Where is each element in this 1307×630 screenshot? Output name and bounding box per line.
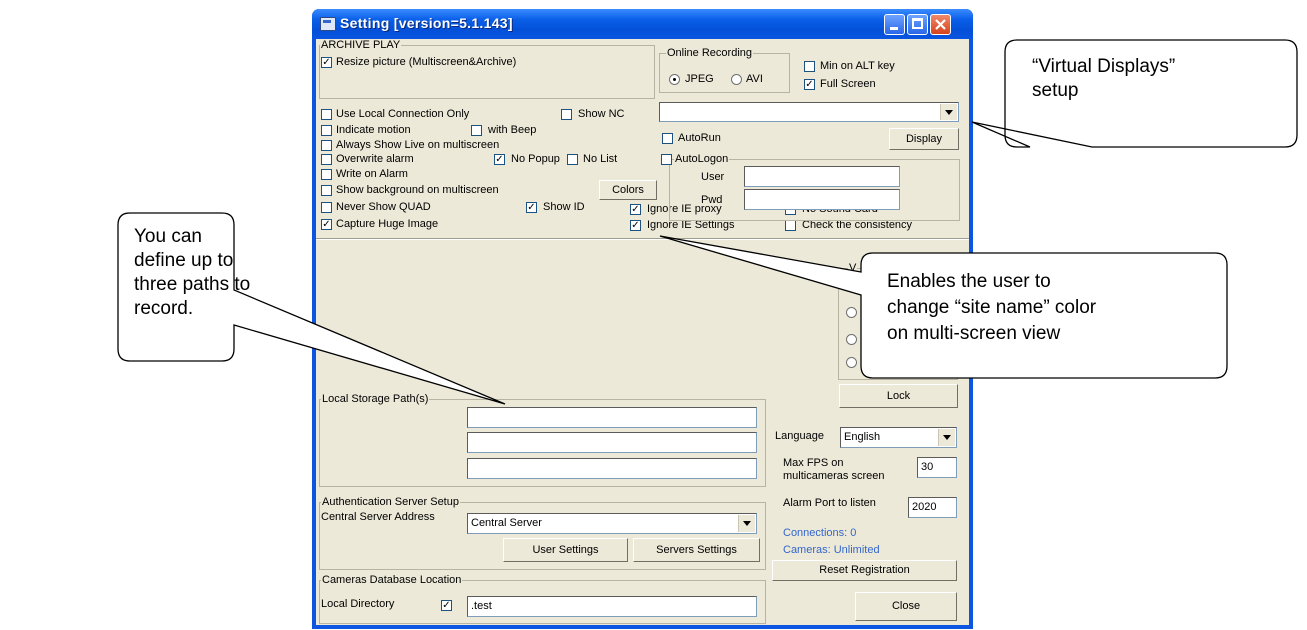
callout-shapes xyxy=(117,39,1298,405)
color-callout-line-1: Enables the user to xyxy=(887,271,1051,292)
paths-callout-line-1: You can xyxy=(134,226,202,247)
color-callout-line-3: on multi-screen view xyxy=(887,323,1061,344)
color-callout-line-2: change “site name” color xyxy=(887,297,1097,318)
paths-callout-line-3: three paths to xyxy=(134,274,251,295)
virtual-displays-line-1: “Virtual Displays” xyxy=(1032,56,1176,77)
virtual-displays-line-2: setup xyxy=(1032,80,1079,101)
paths-callout-line-2: define up to xyxy=(134,250,234,271)
paths-callout-line-4: record. xyxy=(134,298,194,319)
